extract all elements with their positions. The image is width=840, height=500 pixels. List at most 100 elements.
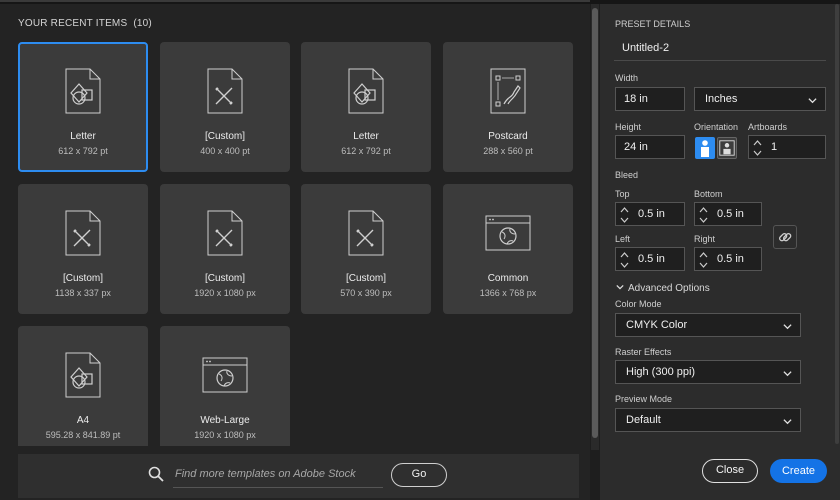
document-pen-icon xyxy=(348,210,384,256)
card-size: 1138 x 337 px xyxy=(55,288,111,298)
recent-item-card[interactable]: [Custom] 570 x 390 px xyxy=(301,184,431,314)
units-value: Inches xyxy=(705,93,738,105)
preview-mode-select[interactable]: Default xyxy=(615,408,801,432)
stepper-arrows-icon xyxy=(753,140,762,156)
chain-link-icon xyxy=(779,233,792,242)
bleed-top-field[interactable]: 0.5 in xyxy=(615,202,685,226)
card-name: A4 xyxy=(76,415,90,426)
chevron-down-icon xyxy=(808,98,817,104)
advanced-options-label: Advanced Options xyxy=(628,283,710,294)
recent-item-card[interactable]: A4 595.28 x 841.89 pt xyxy=(18,326,148,446)
preset-name-underline xyxy=(614,60,826,61)
recent-item-card[interactable]: Postcard 288 x 560 pt xyxy=(443,42,573,172)
advanced-options-toggle[interactable]: Advanced Options xyxy=(616,283,710,294)
preview-mode-label: Preview Mode xyxy=(615,394,673,404)
card-name: Postcard xyxy=(488,131,528,142)
bleed-left-label: Left xyxy=(615,234,631,244)
stock-search-bar: Find more templates on Adobe Stock Go xyxy=(18,454,579,498)
preview-mode-value: Default xyxy=(626,414,661,426)
browser-globe-icon xyxy=(485,215,531,251)
go-button[interactable]: Go xyxy=(391,463,447,487)
browser-globe-icon xyxy=(202,357,248,393)
bleed-left-value: 0.5 in xyxy=(638,253,665,265)
stepper-arrows-icon xyxy=(620,207,629,223)
card-size: 400 x 400 pt xyxy=(200,146,250,156)
card-name: Common xyxy=(487,273,529,284)
document-shapes-icon xyxy=(65,352,101,398)
recent-item-card[interactable]: Common 1366 x 768 px xyxy=(443,184,573,314)
recent-item-card[interactable]: [Custom] 1138 x 337 px xyxy=(18,184,148,314)
bleed-bottom-label: Bottom xyxy=(694,189,723,199)
raster-effects-select[interactable]: High (300 ppi) xyxy=(615,360,801,384)
bleed-right-field[interactable]: 0.5 in xyxy=(694,247,762,271)
stock-search-input[interactable]: Find more templates on Adobe Stock xyxy=(175,468,356,480)
chevron-down-icon xyxy=(783,324,792,330)
close-button[interactable]: Close xyxy=(702,459,758,483)
document-pen-icon xyxy=(207,210,243,256)
height-label: Height xyxy=(615,122,642,132)
width-label: Width xyxy=(615,73,639,83)
card-size: 1366 x 768 px xyxy=(479,288,537,298)
color-mode-value: CMYK Color xyxy=(626,319,688,331)
card-size: 612 x 792 pt xyxy=(58,146,108,156)
artboards-stepper[interactable]: 1 xyxy=(748,135,826,159)
card-name: [Custom] xyxy=(204,273,245,284)
landscape-icon xyxy=(719,140,735,156)
bleed-right-label: Right xyxy=(694,234,716,244)
recent-items-scrollbar[interactable] xyxy=(591,4,599,450)
recent-items-grid: Letter 612 x 792 pt [Custom] 400 x 400 p… xyxy=(18,42,578,446)
create-button[interactable]: Create xyxy=(770,459,827,483)
width-field[interactable]: 18 in xyxy=(615,87,685,111)
stepper-arrows-icon xyxy=(699,252,708,268)
recent-items-heading: YOUR RECENT ITEMS (10) xyxy=(18,18,152,29)
recent-item-card[interactable]: Letter 612 x 792 pt xyxy=(301,42,431,172)
raster-effects-label: Raster Effects xyxy=(615,347,672,357)
height-field[interactable]: 24 in xyxy=(615,135,685,159)
preset-details-panel: PRESET DETAILS Untitled-2 Width 18 in In… xyxy=(600,4,840,500)
color-mode-select[interactable]: CMYK Color xyxy=(615,313,801,337)
chevron-down-icon xyxy=(783,419,792,425)
orientation-label: Orientation xyxy=(694,122,739,132)
chevron-down-icon xyxy=(616,284,624,290)
document-shapes-icon xyxy=(348,68,384,114)
card-size: 1920 x 1080 px xyxy=(194,430,256,440)
height-value: 24 in xyxy=(624,141,648,153)
portrait-icon xyxy=(701,140,709,157)
bleed-bottom-field[interactable]: 0.5 in xyxy=(694,202,762,226)
search-icon xyxy=(148,466,164,482)
recent-items-title: YOUR RECENT ITEMS xyxy=(18,18,128,29)
document-shapes-icon xyxy=(65,68,101,114)
stepper-arrows-icon xyxy=(699,207,708,223)
artboards-value: 1 xyxy=(771,141,778,153)
recent-item-card[interactable]: [Custom] 400 x 400 pt xyxy=(160,42,290,172)
search-underline xyxy=(173,487,383,488)
portrait-orientation-button[interactable] xyxy=(695,137,715,159)
landscape-orientation-button[interactable] xyxy=(717,137,737,159)
bleed-label: Bleed xyxy=(615,170,639,180)
link-bleed-button[interactable] xyxy=(773,225,797,249)
bleed-bottom-value: 0.5 in xyxy=(717,208,744,220)
document-pen-icon xyxy=(65,210,101,256)
card-size: 288 x 560 pt xyxy=(483,146,533,156)
units-select[interactable]: Inches xyxy=(694,87,826,111)
card-size: 1920 x 1080 px xyxy=(194,288,256,298)
chevron-down-icon xyxy=(783,371,792,377)
card-name: Web-Large xyxy=(200,415,250,426)
preset-details-scrollbar[interactable] xyxy=(834,4,840,444)
card-size: 612 x 792 pt xyxy=(341,146,391,156)
recent-item-card[interactable]: [Custom] 1920 x 1080 px xyxy=(160,184,290,314)
preset-name-field[interactable]: Untitled-2 xyxy=(622,42,669,54)
recent-item-card[interactable]: Letter 612 x 792 pt xyxy=(18,42,148,172)
recent-items-count: (10) xyxy=(133,18,152,29)
postcard-icon xyxy=(490,68,526,114)
card-name: Letter xyxy=(70,131,96,142)
preset-details-heading: PRESET DETAILS xyxy=(615,19,691,29)
recent-item-card[interactable]: Web-Large 1920 x 1080 px xyxy=(160,326,290,446)
bleed-left-field[interactable]: 0.5 in xyxy=(615,247,685,271)
card-size: 595.28 x 841.89 pt xyxy=(45,430,121,440)
card-name: [Custom] xyxy=(204,131,245,142)
card-name: [Custom] xyxy=(345,273,386,284)
color-mode-label: Color Mode xyxy=(615,299,662,309)
raster-effects-value: High (300 ppi) xyxy=(626,366,696,378)
card-name: [Custom] xyxy=(62,273,103,284)
